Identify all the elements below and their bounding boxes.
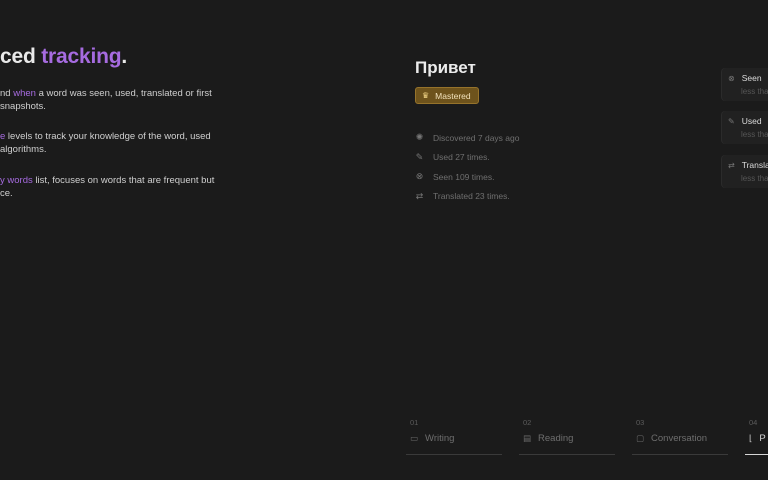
event-card-used[interactable]: ✎ Used less tha <box>722 111 768 144</box>
event-title: Translat <box>741 160 768 170</box>
feature-text: algorithms. <box>0 144 47 155</box>
event-subtitle: less tha <box>741 87 768 96</box>
headline-highlight: tracking <box>41 45 122 68</box>
feature-text: nd <box>0 88 14 99</box>
feature-text: levels to track your knowledge of the wo… <box>5 131 211 142</box>
stat-discovered: ✺ Discovered 7 days ago <box>415 128 520 148</box>
stat-text: Translated 23 times. <box>433 191 510 202</box>
tab-label: Writing <box>425 433 455 444</box>
feature-highlight: when <box>13 88 36 99</box>
tab-conversation[interactable]: 03 ▢ Conversation <box>632 418 728 455</box>
feature-paragraph-when: nd when a word was seen, used, translate… <box>0 87 240 113</box>
event-subtitle: less tha <box>741 174 768 183</box>
event-card-translated[interactable]: ⇄ Translat less tha <box>722 155 768 188</box>
reading-icon: ▤ <box>523 433 532 443</box>
feature-text: snapshots. <box>0 101 46 112</box>
event-title: Used <box>741 116 762 126</box>
tab-writing[interactable]: 01 ▭ Writing <box>406 418 502 455</box>
eye-icon: ⊗ <box>728 73 735 83</box>
feature-highlight: y words <box>0 175 33 186</box>
word-title: Привет <box>415 58 476 77</box>
crown-icon: ♛ <box>422 91 430 100</box>
tab-reading[interactable]: 02 ▤ Reading <box>519 418 615 455</box>
stat-used: ✎ Used 27 times. <box>415 148 519 168</box>
tab-number: 02 <box>523 418 532 427</box>
stat-translated: ⇄ Translated 23 times. <box>415 187 519 207</box>
headline-text: ced <box>0 45 42 68</box>
word-stats: ✺ Discovered 7 days ago ✎ Used 27 times.… <box>415 128 520 207</box>
event-subtitle: less tha <box>741 130 768 139</box>
tab-label: Conversation <box>651 433 708 444</box>
tab-number: 01 <box>410 418 419 427</box>
writing-icon: ▭ <box>410 433 419 443</box>
stat-text: Seen 109 times. <box>433 171 495 182</box>
discover-icon: ✺ <box>415 132 424 143</box>
mastery-badge: ♛ Mastered <box>415 87 479 104</box>
event-card-seen[interactable]: ⊗ Seen less tha <box>722 68 768 101</box>
translate-icon: ⇄ <box>415 190 424 201</box>
chat-icon: ▢ <box>636 433 645 443</box>
stat-seen: ⊗ Seen 109 times. <box>415 167 519 187</box>
feature-text: a word was seen, used, translated or fir… <box>35 88 212 99</box>
tab-progress[interactable]: 04 ⌊ P <box>745 418 768 455</box>
tab-label: P <box>759 433 766 444</box>
mastery-badge-label: Mastered <box>435 90 471 101</box>
stat-text: Discovered 7 days ago <box>433 132 520 143</box>
feature-text: list, focuses on words that are frequent… <box>32 175 215 186</box>
eye-icon: ⊗ <box>415 171 424 182</box>
stat-text: Used 27 times. <box>433 152 490 163</box>
headline: ced tracking. <box>0 45 127 69</box>
translate-icon: ⇄ <box>728 160 735 170</box>
feature-paragraph-levels: e levels to track your knowledge of the … <box>0 130 240 156</box>
pen-icon: ✎ <box>728 116 735 126</box>
event-title: Seen <box>741 73 762 83</box>
feature-text: ce. <box>0 188 13 199</box>
tab-number: 03 <box>636 418 645 427</box>
tab-number: 04 <box>749 418 758 427</box>
chart-icon: ⌊ <box>749 433 753 443</box>
pen-icon: ✎ <box>415 151 424 162</box>
tab-label: Reading <box>538 433 574 444</box>
headline-end: . <box>121 45 127 68</box>
feature-paragraph-words: y words list, focuses on words that are … <box>0 174 240 200</box>
